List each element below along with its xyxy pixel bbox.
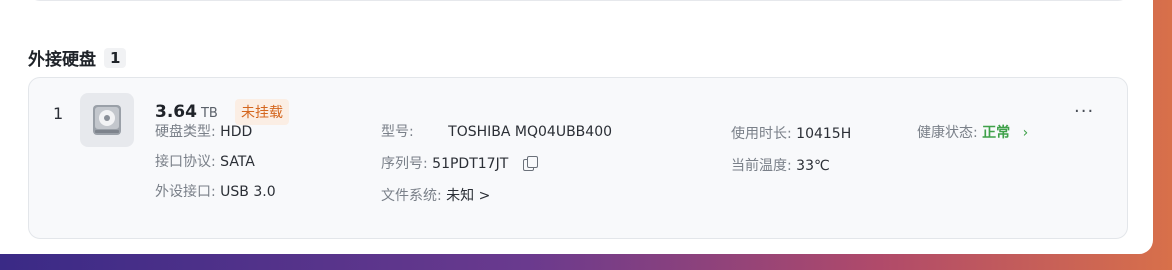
temp-label: 当前温度:	[731, 158, 792, 174]
health-label: 健康状态:	[917, 125, 978, 141]
usage-time: 使用时长: 10415H	[731, 123, 851, 143]
temp-value: 33℃	[796, 158, 830, 174]
disk-index: 1	[53, 104, 64, 123]
usage-time-label: 使用时长:	[731, 126, 792, 142]
file-system[interactable]: 文件系统: 未知 >	[381, 185, 490, 205]
fs-label: 文件系统:	[381, 188, 442, 204]
model-value: TOSHIBA MQ04UBB400	[448, 124, 613, 140]
previous-card-bottom	[28, 0, 1130, 1]
port-value: USB 3.0	[220, 184, 276, 200]
fs-value-link[interactable]: 未知 >	[446, 188, 490, 204]
health-value: 正常	[982, 125, 1011, 141]
interface-label: 接口协议:	[155, 154, 216, 170]
serial-value: 51PDT17JT	[432, 156, 509, 172]
interface-protocol: 接口协议: SATA	[155, 151, 255, 171]
serial-number: 序列号: 51PDT17JT	[381, 153, 538, 173]
temperature: 当前温度: 33℃	[731, 155, 830, 175]
model: 型号: TOSHIBA MQ04UBB400	[381, 121, 612, 141]
chevron-right-icon[interactable]: ›	[1023, 125, 1029, 141]
external-disk-card: 1 3.64 TB 未挂载 ··· 硬盘类型: HDD 接口协议: SATA 外设…	[28, 77, 1128, 239]
disk-type: 硬盘类型: HDD	[155, 121, 252, 141]
disk-type-value: HDD	[220, 124, 253, 140]
usage-time-value: 10415H	[796, 126, 852, 142]
disk-type-label: 硬盘类型:	[155, 124, 216, 140]
disk-capacity: 3.64 TB	[155, 102, 218, 122]
serial-label: 序列号:	[381, 156, 428, 172]
more-icon[interactable]: ···	[1074, 101, 1094, 122]
peripheral-port: 外设接口: USB 3.0	[155, 181, 276, 201]
section-title: 外接硬盘	[28, 50, 96, 70]
hard-disk-icon	[80, 93, 134, 147]
disk-capacity-value: 3.64	[155, 102, 197, 122]
port-label: 外设接口:	[155, 184, 216, 200]
model-label: 型号:	[381, 124, 414, 140]
section-header: 外接硬盘 1	[28, 45, 127, 70]
disk-capacity-unit: TB	[200, 106, 218, 121]
health-status[interactable]: 健康状态: 正常 ›	[917, 122, 1028, 142]
copy-icon[interactable]	[522, 156, 538, 171]
section-count-badge: 1	[104, 47, 127, 68]
interface-value: SATA	[220, 154, 255, 170]
